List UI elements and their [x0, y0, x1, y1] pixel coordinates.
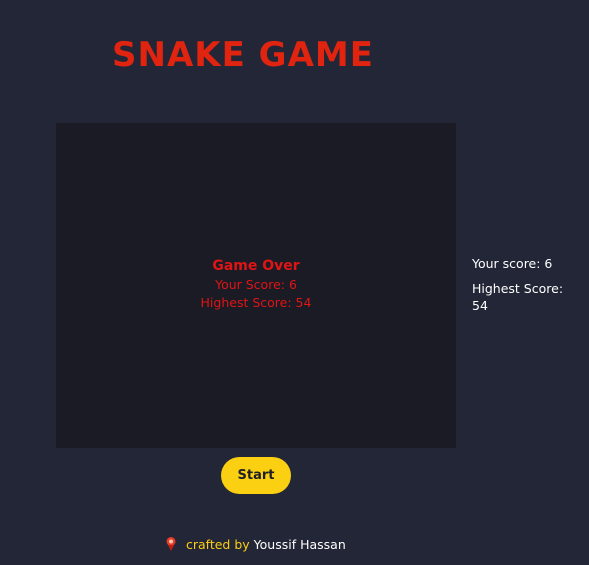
crafted-by-label: crafted by: [185, 537, 250, 552]
score-panel: Your score: 6 Highest Score: 54: [472, 255, 582, 314]
snake-game-logo: SNAKE GAME: [112, 35, 374, 74]
game-board[interactable]: Game Over Your Score: 6 Highest Score: 5…: [56, 123, 456, 448]
game-over-overlay: Game Over Your Score: 6 Highest Score: 5…: [56, 257, 456, 312]
start-button[interactable]: Start: [221, 457, 291, 494]
author-name[interactable]: Youssif Hassan: [254, 537, 346, 552]
map-pin-icon: [166, 536, 176, 551]
highest-score-label: Highest Score:: [472, 281, 564, 296]
game-over-title: Game Over: [212, 258, 300, 274]
highest-score-value: 54: [472, 298, 488, 313]
logo-text: SNAKE GAME: [112, 35, 374, 74]
overlay-your-score: Your Score: 6: [215, 277, 297, 292]
current-score: Your score: 6: [472, 256, 553, 271]
footer-credit: crafted by Youssif Hassan: [164, 536, 346, 554]
overlay-highest-score: Highest Score: 54: [200, 295, 312, 310]
